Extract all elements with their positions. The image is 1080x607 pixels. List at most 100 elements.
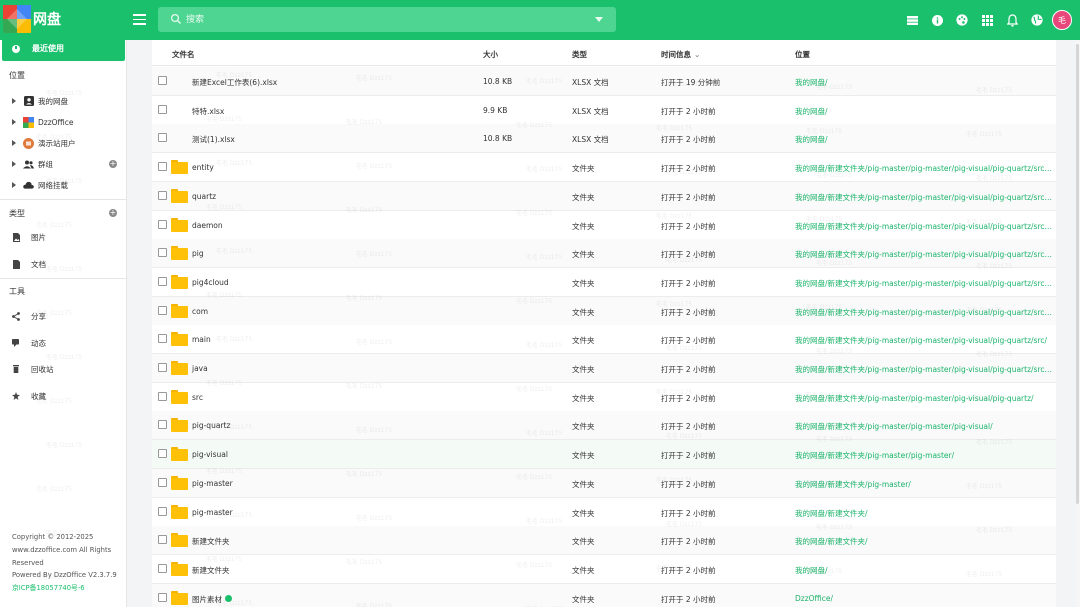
scrollbar-thumb[interactable] <box>1076 44 1079 504</box>
row-checkbox[interactable] <box>158 363 167 372</box>
row-checkbox[interactable] <box>158 248 167 258</box>
file-location-link[interactable]: 我的网盘/新建文件夹/pig-master/pig-master/pig-vis… <box>795 421 1053 432</box>
sidebar-item-recycle-bin[interactable]: 回收站 <box>11 361 54 377</box>
file-name[interactable]: pig-master <box>192 508 233 517</box>
table-row[interactable]: 新建Excel工作表(6).xlsx 10.8 KB XLSX 文档 打开于 19 分… <box>152 67 1056 96</box>
file-location-link[interactable]: 我的网盘/新建文件夹/pig-master/pig-master/pig-vis… <box>795 163 1053 174</box>
row-checkbox[interactable] <box>158 391 167 401</box>
table-row[interactable]: entity 文件夹 打开于 2 小时前 我的网盘/新建文件夹/pig-master/… <box>152 153 1056 183</box>
file-location-link[interactable]: 我的网盘/新建文件夹/pig-master/pig-master/pig-vis… <box>795 335 1053 346</box>
row-checkbox[interactable] <box>158 449 167 459</box>
table-row[interactable]: main 文件夹 打开于 2 小时前 我的网盘/新建文件夹/pig-master/pi… <box>152 325 1056 355</box>
table-row[interactable]: 测试(1).xlsx 10.8 KB XLSX 文档 打开于 2 小时前 我的网盘/ <box>152 124 1056 154</box>
sidebar-item-demo-users[interactable]: 演示站用户 <box>12 135 76 151</box>
bell-icon[interactable] <box>1001 9 1023 31</box>
menu-toggle-icon[interactable] <box>133 14 146 25</box>
table-row[interactable]: daemon 文件夹 打开于 2 小时前 我的网盘/新建文件夹/pig-master/… <box>152 210 1056 240</box>
file-location-link[interactable]: 我的网盘/新建文件夹/pig-master/pig-master/pig-vis… <box>795 192 1053 203</box>
file-location-link[interactable]: 我的网盘/ <box>795 77 1053 88</box>
row-checkbox[interactable] <box>158 563 167 573</box>
column-header-time[interactable]: 时间信息 ⌄ <box>661 49 700 60</box>
column-header-location[interactable]: 位置 <box>795 49 810 60</box>
expand-arrow-icon[interactable] <box>12 182 16 188</box>
table-row[interactable]: 新建文件夹 文件夹 打开于 2 小时前 我的网盘/ <box>152 554 1056 584</box>
row-checkbox[interactable] <box>158 104 167 114</box>
file-location-link[interactable]: 我的网盘/新建文件夹/pig-master/pig-master/pig-vis… <box>795 307 1053 318</box>
file-location-link[interactable]: 我的网盘/新建文件夹/pig-master/ <box>795 479 1053 490</box>
table-row[interactable]: pig4cloud 文件夹 打开于 2 小时前 我的网盘/新建文件夹/pig-mast… <box>152 267 1056 297</box>
expand-arrow-icon[interactable] <box>12 161 16 167</box>
file-location-link[interactable]: 我的网盘/新建文件夹/pig-master/pig-master/pig-vis… <box>795 221 1053 232</box>
file-location-link[interactable]: 我的网盘/新建文件夹/pig-master/pig-master/pig-vis… <box>795 278 1053 289</box>
file-name[interactable]: quartz <box>192 192 216 201</box>
row-checkbox[interactable] <box>158 535 167 545</box>
table-row[interactable]: src 文件夹 打开于 2 小时前 我的网盘/新建文件夹/pig-master/pig… <box>152 382 1056 412</box>
table-row[interactable]: pig 文件夹 打开于 2 小时前 我的网盘/新建文件夹/pig-master/pig… <box>152 239 1056 269</box>
storage-icon[interactable] <box>901 9 923 31</box>
sidebar-item-groups[interactable]: 群组 <box>12 156 53 172</box>
sidebar-item-share[interactable]: 分享 <box>11 308 46 324</box>
row-checkbox[interactable] <box>158 477 167 487</box>
expand-arrow-icon[interactable] <box>12 119 16 125</box>
file-name[interactable]: java <box>192 364 208 373</box>
file-name[interactable]: pig-visual <box>192 450 228 459</box>
file-name[interactable]: 新建Excel工作表(6).xlsx <box>192 77 277 88</box>
table-row[interactable]: pig-quartz 文件夹 打开于 2 小时前 我的网盘/新建文件夹/pig-mas… <box>152 411 1056 441</box>
row-checkbox[interactable] <box>158 276 167 286</box>
row-checkbox[interactable] <box>158 506 167 516</box>
file-name[interactable]: main <box>192 335 211 344</box>
file-name[interactable]: 新建文件夹 <box>192 536 230 547</box>
table-row[interactable]: pig-master 文件夹 打开于 2 小时前 我的网盘/新建文件夹/pig-mas… <box>152 468 1056 498</box>
file-name[interactable]: pig <box>192 249 204 258</box>
file-name[interactable]: pig-master <box>192 479 233 488</box>
row-checkbox[interactable] <box>158 76 167 85</box>
add-group-icon[interactable]: + <box>109 160 117 168</box>
file-location-link[interactable]: 我的网盘/ <box>795 565 1053 576</box>
table-row[interactable]: java 文件夹 打开于 2 小时前 我的网盘/新建文件夹/pig-master/pi… <box>152 354 1056 383</box>
file-location-link[interactable]: 我的网盘/新建文件夹/pig-master/pig-master/pig-vis… <box>795 393 1053 404</box>
row-checkbox[interactable] <box>158 190 167 200</box>
expand-arrow-icon[interactable] <box>12 140 16 146</box>
avatar[interactable]: 毛 <box>1052 10 1072 30</box>
table-row[interactable]: 新建文件夹 文件夹 打开于 2 小时前 我的网盘/新建文件夹/ <box>152 526 1056 556</box>
row-checkbox[interactable] <box>158 162 167 172</box>
row-checkbox[interactable] <box>158 133 167 143</box>
info-icon[interactable] <box>926 9 948 31</box>
column-header-size[interactable]: 大小 <box>483 49 498 60</box>
file-name[interactable]: src <box>192 393 203 402</box>
palette-icon[interactable] <box>951 9 973 31</box>
icp-link[interactable]: 京ICP备18057740号-6 <box>12 582 124 595</box>
expand-arrow-icon[interactable] <box>12 98 16 104</box>
app-logo-icon[interactable] <box>3 5 31 33</box>
add-type-icon[interactable]: + <box>109 209 117 217</box>
file-name[interactable]: 图片素材 <box>192 594 222 605</box>
file-location-link[interactable]: 我的网盘/ <box>795 106 1053 117</box>
file-name[interactable]: daemon <box>192 221 223 230</box>
row-checkbox[interactable] <box>158 219 167 229</box>
sidebar-item-my-drive[interactable]: 我的网盘 <box>12 93 68 109</box>
file-name[interactable]: 测试(1).xlsx <box>192 134 235 145</box>
table-row[interactable]: 图片素材 文件夹 打开于 2 小时前 DzzOffice/ <box>152 583 1056 607</box>
table-row[interactable]: quartz 文件夹 打开于 2 小时前 我的网盘/新建文件夹/pig-master/… <box>152 181 1056 211</box>
table-row[interactable]: pig-visual 文件夹 打开于 2 小时前 我的网盘/新建文件夹/pig-mas… <box>152 440 1056 470</box>
row-checkbox[interactable] <box>158 420 167 430</box>
table-row[interactable]: pig-master 文件夹 打开于 2 小时前 我的网盘/新建文件夹/ <box>152 497 1056 527</box>
sidebar-item-network-mount[interactable]: 网络挂载 <box>12 177 68 193</box>
file-location-link[interactable]: 我的网盘/新建文件夹/ <box>795 536 1053 547</box>
app-title[interactable]: 网盘 <box>33 9 61 29</box>
file-name[interactable]: entity <box>192 163 214 172</box>
globe-icon[interactable] <box>1026 9 1048 31</box>
file-location-link[interactable]: DzzOffice/ <box>795 594 1053 603</box>
apps-grid-icon[interactable] <box>976 9 998 31</box>
scrollbar[interactable] <box>1076 40 1080 607</box>
sidebar-item-recent[interactable]: 最近使用 <box>2 36 125 61</box>
file-location-link[interactable]: 我的网盘/新建文件夹/pig-master/pig-master/ <box>795 450 1053 461</box>
file-name[interactable]: com <box>192 307 208 316</box>
sidebar-item-images[interactable]: 图片 <box>11 229 46 245</box>
file-name[interactable]: 新建文件夹 <box>192 565 230 576</box>
row-checkbox[interactable] <box>158 334 167 344</box>
column-header-type[interactable]: 类型 <box>572 49 587 60</box>
column-header-name[interactable]: 文件名 <box>172 49 195 60</box>
search-options-caret-icon[interactable] <box>595 17 603 22</box>
file-location-link[interactable]: 我的网盘/新建文件夹/pig-master/pig-master/pig-vis… <box>795 364 1053 375</box>
